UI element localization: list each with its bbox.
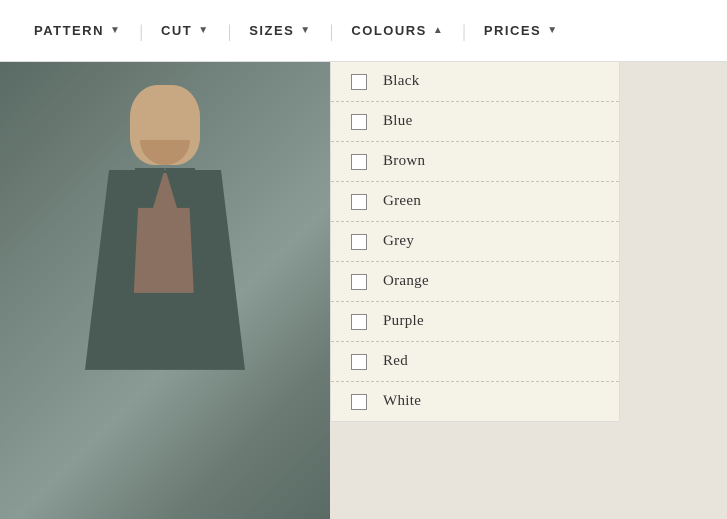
checkbox-white[interactable] bbox=[351, 394, 367, 410]
color-option-black[interactable]: Black bbox=[331, 62, 619, 102]
prices-chevron-icon: ▼ bbox=[547, 25, 558, 36]
color-label-blue: Blue bbox=[383, 113, 413, 130]
checkbox-purple[interactable] bbox=[351, 314, 367, 330]
pattern-chevron-icon: ▼ bbox=[110, 25, 121, 36]
filter-cut-label: CUT bbox=[161, 23, 192, 38]
filter-pattern[interactable]: PATTERN ▼ bbox=[16, 0, 139, 61]
color-option-green[interactable]: Green bbox=[331, 182, 619, 222]
filter-sizes-label: SIZES bbox=[249, 23, 294, 38]
color-label-purple: Purple bbox=[383, 313, 424, 330]
main-content: Black Blue Brown Green Grey Orange Purpl… bbox=[0, 62, 727, 519]
filter-cut[interactable]: CUT ▼ bbox=[143, 0, 228, 61]
checkbox-grey[interactable] bbox=[351, 234, 367, 250]
color-option-red[interactable]: Red bbox=[331, 342, 619, 382]
cut-chevron-icon: ▼ bbox=[198, 25, 209, 36]
color-label-red: Red bbox=[383, 353, 408, 370]
product-image-area bbox=[0, 62, 330, 519]
color-option-brown[interactable]: Brown bbox=[331, 142, 619, 182]
checkbox-blue[interactable] bbox=[351, 114, 367, 130]
suit-image bbox=[0, 62, 330, 519]
color-option-blue[interactable]: Blue bbox=[331, 102, 619, 142]
checkbox-red[interactable] bbox=[351, 354, 367, 370]
color-label-orange: Orange bbox=[383, 273, 429, 290]
color-option-purple[interactable]: Purple bbox=[331, 302, 619, 342]
filter-colours-label: COLOURS bbox=[351, 23, 427, 38]
sizes-chevron-icon: ▼ bbox=[300, 25, 311, 36]
filter-prices-label: PRICES bbox=[484, 23, 541, 38]
color-label-white: White bbox=[383, 393, 421, 410]
filter-bar: PATTERN ▼ | CUT ▼ | SIZES ▼ | COLOURS ▲ … bbox=[0, 0, 727, 62]
filter-sizes[interactable]: SIZES ▼ bbox=[231, 0, 329, 61]
checkbox-black[interactable] bbox=[351, 74, 367, 90]
checkbox-brown[interactable] bbox=[351, 154, 367, 170]
colours-chevron-icon: ▲ bbox=[433, 25, 444, 36]
checkbox-orange[interactable] bbox=[351, 274, 367, 290]
colours-dropdown: Black Blue Brown Green Grey Orange Purpl… bbox=[330, 62, 620, 422]
color-option-white[interactable]: White bbox=[331, 382, 619, 421]
color-label-brown: Brown bbox=[383, 153, 425, 170]
filter-pattern-label: PATTERN bbox=[34, 23, 104, 38]
checkbox-green[interactable] bbox=[351, 194, 367, 210]
filter-prices[interactable]: PRICES ▼ bbox=[466, 0, 577, 61]
color-label-green: Green bbox=[383, 193, 421, 210]
color-option-grey[interactable]: Grey bbox=[331, 222, 619, 262]
color-label-black: Black bbox=[383, 73, 420, 90]
color-option-orange[interactable]: Orange bbox=[331, 262, 619, 302]
color-label-grey: Grey bbox=[383, 233, 414, 250]
filter-colours[interactable]: COLOURS ▲ bbox=[333, 0, 462, 61]
